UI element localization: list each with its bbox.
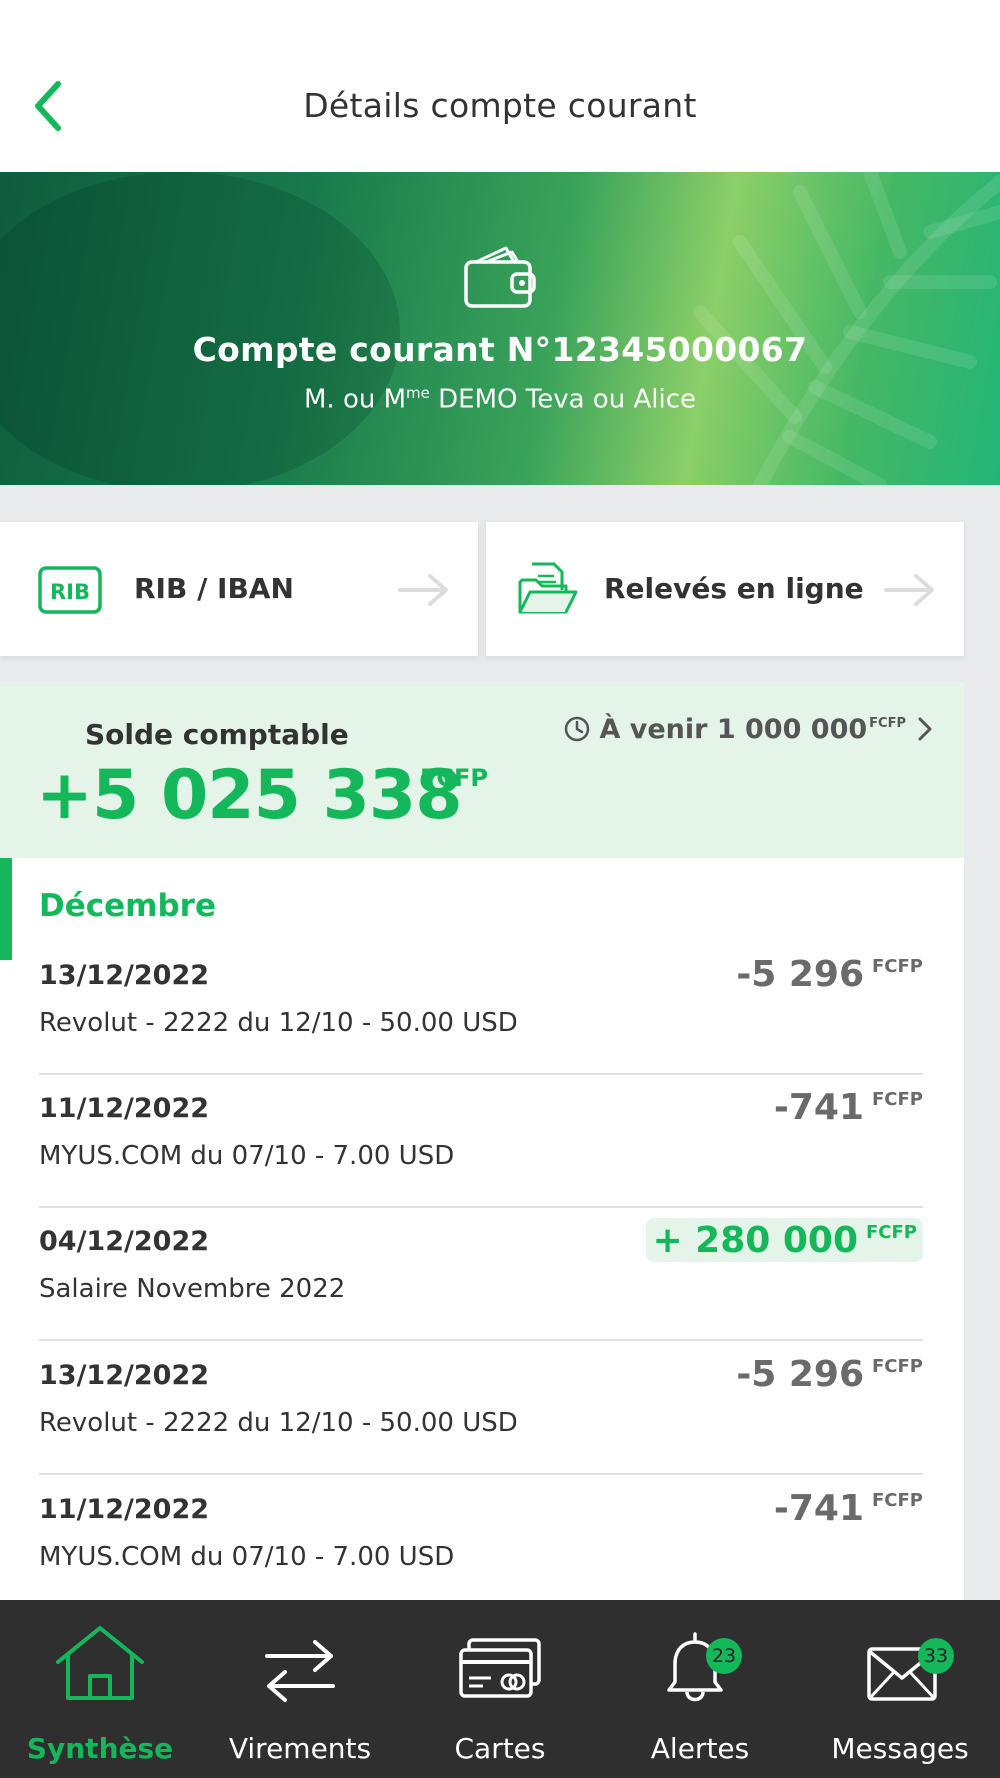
cards-icon <box>459 1638 541 1698</box>
month-heading: Décembre <box>39 888 216 924</box>
balance-label: Solde comptable <box>85 718 349 751</box>
transaction-description: MYUS.COM du 07/10 - 7.00 USD <box>39 1141 455 1171</box>
account-title: Compte courant N°12345000067 <box>192 330 808 369</box>
divider <box>39 1473 923 1475</box>
transaction-row[interactable]: 11/12/2022 MYUS.COM du 07/10 - 7.00 USD … <box>39 1476 923 1600</box>
account-holder: M. ou Mme DEMO Teva ou Alice <box>304 384 696 415</box>
folder-documents-icon <box>518 562 578 614</box>
transfer-arrows-icon <box>265 1640 335 1702</box>
transaction-date: 13/12/2022 <box>39 1360 210 1391</box>
bottom-navigation: Synthèse Virements Cartes 23 Alertes 33 … <box>0 1600 1000 1778</box>
nav-label: Virements <box>228 1732 372 1765</box>
transaction-amount: -741 FCFP <box>773 1488 923 1529</box>
nav-label: Synthèse <box>26 1732 174 1765</box>
messages-badge: 33 <box>918 1638 954 1674</box>
transaction-description: Revolut - 2222 du 12/10 - 50.00 USD <box>39 1408 518 1438</box>
nav-messages[interactable]: 33 Messages <box>800 1600 1000 1778</box>
page-title: Détails compte courant <box>303 86 697 125</box>
clock-icon <box>565 716 590 742</box>
nav-label: Cartes <box>454 1732 546 1765</box>
chevron-right-icon <box>918 717 932 741</box>
transaction-amount: -5 296 FCFP <box>736 954 923 995</box>
rib-iban-label: RIB / IBAN <box>134 572 294 605</box>
arrow-right-icon <box>398 574 448 606</box>
transaction-row[interactable]: 11/12/2022 MYUS.COM du 07/10 - 7.00 USD … <box>39 1075 923 1208</box>
month-indicator <box>0 858 12 960</box>
transaction-description: MYUS.COM du 07/10 - 7.00 USD <box>39 1542 455 1572</box>
top-bar: Détails compte courant <box>0 0 1000 172</box>
online-statements-button[interactable]: Relevés en ligne <box>486 522 964 656</box>
transaction-date: 13/12/2022 <box>39 960 210 991</box>
online-statements-label: Relevés en ligne <box>604 572 864 605</box>
nav-virements[interactable]: Virements <box>200 1600 400 1778</box>
svg-text:RIB: RIB <box>50 580 90 604</box>
account-details-screen: Détails compte courant Compte courant N°… <box>0 0 1000 1778</box>
transaction-date: 11/12/2022 <box>39 1494 210 1525</box>
nav-synthese[interactable]: Synthèse <box>0 1600 200 1778</box>
transaction-amount: -5 296 FCFP <box>736 1354 923 1395</box>
balance-panel: Solde comptable +5 025 338 FCFP À venir … <box>0 682 964 858</box>
upcoming-amount: À venir 1 000 000 <box>599 713 868 745</box>
palm-leaf-decoration <box>0 172 1000 485</box>
home-icon <box>56 1626 144 1700</box>
transaction-date: 11/12/2022 <box>39 1093 210 1124</box>
nav-cartes[interactable]: Cartes <box>400 1600 600 1778</box>
balance-currency: FCFP <box>420 764 488 792</box>
wallet-icon <box>464 246 536 308</box>
nav-label: Messages <box>831 1732 969 1765</box>
rib-iban-button[interactable]: RIB RIB / IBAN <box>0 522 478 656</box>
divider <box>39 1339 923 1341</box>
transactions-list: Décembre 13/12/2022 Revolut - 2222 du 12… <box>0 858 964 1600</box>
transaction-row[interactable]: 13/12/2022 Revolut - 2222 du 12/10 - 50.… <box>39 1342 923 1475</box>
transaction-date: 04/12/2022 <box>39 1226 210 1257</box>
alerts-badge: 23 <box>706 1638 742 1674</box>
balance-amount: +5 025 338 <box>36 756 463 835</box>
transaction-row[interactable]: 13/12/2022 Revolut - 2222 du 12/10 - 50.… <box>39 942 923 1075</box>
transaction-description: Revolut - 2222 du 12/10 - 50.00 USD <box>39 1008 518 1038</box>
nav-alertes[interactable]: 23 Alertes <box>600 1600 800 1778</box>
transaction-amount: + 280 000 FCFP <box>646 1218 923 1262</box>
transaction-description: Salaire Novembre 2022 <box>39 1274 346 1304</box>
rib-icon: RIB <box>38 566 102 614</box>
transaction-amount: -741 FCFP <box>773 1087 923 1128</box>
transaction-row[interactable]: 04/12/2022 Salaire Novembre 2022 + 280 0… <box>39 1208 923 1341</box>
upcoming-button[interactable]: À venir 1 000 000 FCFP <box>563 712 936 746</box>
upcoming-currency: FCFP <box>869 715 906 731</box>
nav-label: Alertes <box>650 1732 750 1765</box>
arrow-right-icon <box>884 574 934 606</box>
account-banner: Compte courant N°12345000067 M. ou Mme D… <box>0 172 1000 485</box>
